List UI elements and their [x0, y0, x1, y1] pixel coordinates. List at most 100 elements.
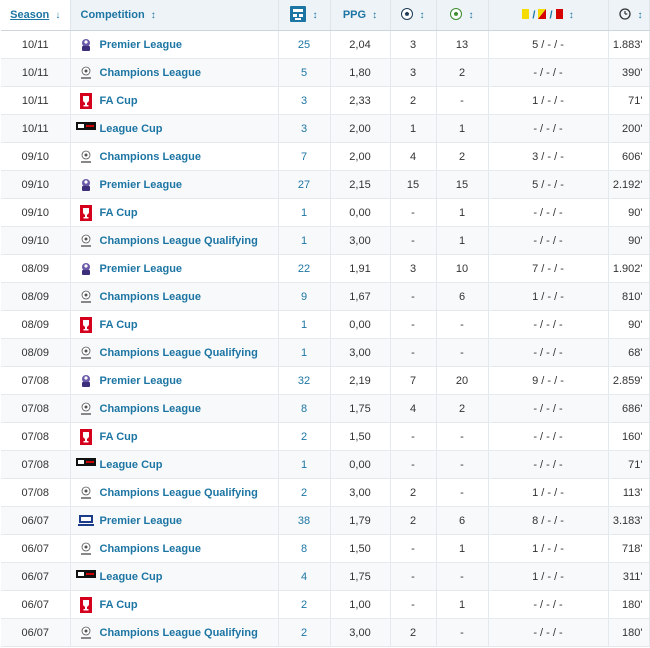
competition-cell[interactable]: FA Cup	[70, 310, 279, 339]
champions-league-logo-icon[interactable]	[75, 289, 97, 305]
competition-link[interactable]: FA Cup	[100, 95, 138, 107]
competition-link[interactable]: Premier League	[100, 515, 183, 527]
competition-cell[interactable]: Champions League	[70, 58, 279, 87]
competition-cell[interactable]: Champions League	[70, 394, 279, 423]
appearances-cell[interactable]: 2	[278, 478, 331, 507]
sort-icon[interactable]: ↕	[372, 10, 377, 21]
competition-link[interactable]: Premier League	[100, 179, 183, 191]
appearances-cell[interactable]: 4	[278, 562, 331, 591]
competition-link[interactable]: FA Cup	[100, 599, 138, 611]
appearances-cell[interactable]: 2	[278, 618, 331, 647]
champions-league-logo-icon[interactable]	[75, 149, 97, 165]
appearances-cell[interactable]: 32	[278, 366, 331, 395]
competition-cell[interactable]: League Cup	[70, 114, 279, 143]
league-cup-logo-icon[interactable]	[75, 121, 97, 137]
competition-link[interactable]: League Cup	[100, 571, 163, 583]
fa-cup-logo-icon[interactable]	[75, 428, 97, 445]
competition-cell[interactable]: FA Cup	[70, 590, 279, 619]
competition-link[interactable]: Champions League	[100, 403, 201, 415]
appearances-cell[interactable]: 1	[278, 198, 331, 227]
appearances-cell[interactable]: 2	[278, 590, 331, 619]
competition-cell[interactable]: Champions League Qualifying	[70, 338, 279, 367]
competition-link[interactable]: FA Cup	[100, 319, 138, 331]
premier-league-old-logo-icon[interactable]	[75, 513, 97, 529]
fa-cup-logo-icon[interactable]	[75, 204, 97, 221]
competition-link[interactable]: Premier League	[100, 263, 183, 275]
sort-desc-icon[interactable]: ↓	[55, 10, 60, 21]
premier-league-logo-icon[interactable]	[75, 261, 97, 277]
sort-icon[interactable]: ↕	[313, 10, 318, 21]
appearances-cell[interactable]: 25	[278, 30, 331, 59]
competition-cell[interactable]: FA Cup	[70, 198, 279, 227]
champions-league-logo-icon[interactable]	[75, 625, 97, 641]
premier-league-logo-icon[interactable]	[75, 177, 97, 193]
competition-link[interactable]: FA Cup	[100, 431, 138, 443]
competition-cell[interactable]: Premier League	[70, 30, 279, 59]
competition-cell[interactable]: Premier League	[70, 170, 279, 199]
competition-column-header[interactable]: Competition ↕	[70, 0, 279, 31]
competition-link[interactable]: Champions League	[100, 291, 201, 303]
competition-link[interactable]: Champions League Qualifying	[100, 487, 258, 499]
competition-cell[interactable]: Premier League	[70, 366, 279, 395]
competition-cell[interactable]: Premier League	[70, 254, 279, 283]
champions-league-logo-icon[interactable]	[75, 485, 97, 501]
competition-link[interactable]: Champions League Qualifying	[100, 235, 258, 247]
competition-link[interactable]: Champions League	[100, 543, 201, 555]
appearances-cell[interactable]: 1	[278, 226, 331, 255]
appearances-cell[interactable]: 38	[278, 506, 331, 535]
champions-league-logo-icon[interactable]	[75, 233, 97, 249]
competition-link[interactable]: Premier League	[100, 375, 183, 387]
competition-link[interactable]: FA Cup	[100, 207, 138, 219]
competition-link[interactable]: Champions League Qualifying	[100, 627, 258, 639]
sort-icon[interactable]: ↕	[638, 10, 643, 21]
competition-link[interactable]: League Cup	[100, 123, 163, 135]
appearances-cell[interactable]: 1	[278, 338, 331, 367]
goals-column-header[interactable]: ↕	[390, 0, 437, 31]
premier-league-logo-icon[interactable]	[75, 37, 97, 53]
appearances-column-header[interactable]: ↕	[278, 0, 331, 31]
appearances-cell[interactable]: 7	[278, 142, 331, 171]
sort-icon[interactable]: ↕	[569, 10, 574, 21]
sort-icon[interactable]: ↕	[469, 10, 474, 21]
league-cup-logo-icon[interactable]	[75, 569, 97, 585]
competition-link[interactable]: Premier League	[100, 39, 183, 51]
competition-cell[interactable]: Champions League	[70, 534, 279, 563]
competition-header-label[interactable]: Competition	[81, 9, 145, 21]
competition-cell[interactable]: Champions League Qualifying	[70, 478, 279, 507]
sort-icon[interactable]: ↕	[420, 10, 425, 21]
competition-link[interactable]: League Cup	[100, 459, 163, 471]
appearances-cell[interactable]: 5	[278, 58, 331, 87]
competition-cell[interactable]: FA Cup	[70, 86, 279, 115]
competition-cell[interactable]: FA Cup	[70, 422, 279, 451]
appearances-cell[interactable]: 3	[278, 114, 331, 143]
competition-cell[interactable]: Champions League	[70, 282, 279, 311]
champions-league-logo-icon[interactable]	[75, 541, 97, 557]
ppg-header-label[interactable]: PPG	[343, 9, 366, 21]
cards-column-header[interactable]: / / ↕	[488, 0, 609, 31]
competition-cell[interactable]: Champions League	[70, 142, 279, 171]
competition-cell[interactable]: Champions League Qualifying	[70, 226, 279, 255]
fa-cup-logo-icon[interactable]	[75, 596, 97, 613]
appearances-cell[interactable]: 22	[278, 254, 331, 283]
competition-cell[interactable]: Champions League Qualifying	[70, 618, 279, 647]
appearances-cell[interactable]: 8	[278, 534, 331, 563]
fa-cup-logo-icon[interactable]	[75, 316, 97, 333]
competition-link[interactable]: Champions League	[100, 67, 201, 79]
season-column-header[interactable]: Season ↓	[1, 0, 71, 31]
season-header-label[interactable]: Season	[10, 9, 49, 21]
competition-cell[interactable]: Premier League	[70, 506, 279, 535]
competition-cell[interactable]: League Cup	[70, 562, 279, 591]
appearances-cell[interactable]: 2	[278, 422, 331, 451]
premier-league-logo-icon[interactable]	[75, 373, 97, 389]
champions-league-logo-icon[interactable]	[75, 401, 97, 417]
sort-icon[interactable]: ↕	[151, 10, 156, 21]
champions-league-logo-icon[interactable]	[75, 345, 97, 361]
competition-cell[interactable]: League Cup	[70, 450, 279, 479]
assists-column-header[interactable]: ↕	[436, 0, 489, 31]
appearances-cell[interactable]: 9	[278, 282, 331, 311]
appearances-cell[interactable]: 8	[278, 394, 331, 423]
appearances-cell[interactable]: 3	[278, 86, 331, 115]
league-cup-logo-icon[interactable]	[75, 457, 97, 473]
appearances-cell[interactable]: 1	[278, 450, 331, 479]
appearances-cell[interactable]: 27	[278, 170, 331, 199]
